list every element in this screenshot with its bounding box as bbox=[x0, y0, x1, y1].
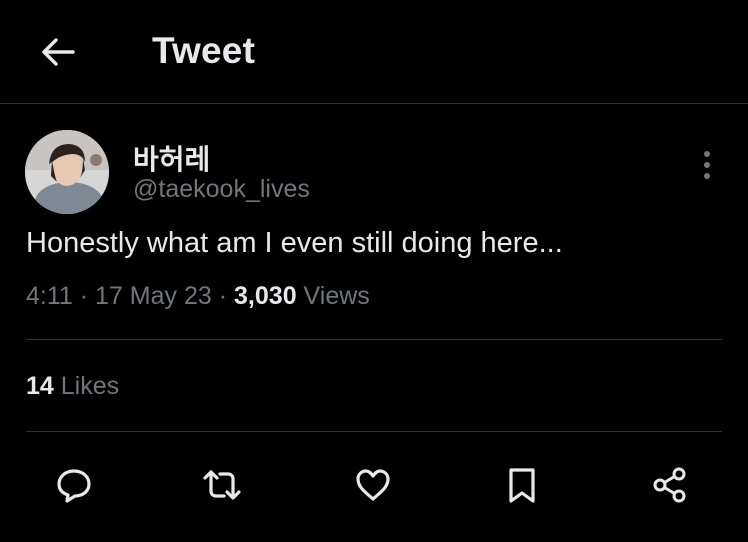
author-handle[interactable]: @taekook_lives bbox=[133, 175, 310, 204]
retweet-button[interactable] bbox=[200, 463, 244, 507]
likes-count: 14 bbox=[26, 372, 54, 400]
divider bbox=[26, 431, 722, 432]
bookmark-icon bbox=[509, 468, 535, 503]
tweet-text: Honestly what am I even still doing here… bbox=[26, 227, 563, 259]
views-count: 3,030 bbox=[234, 282, 297, 310]
page-title: Tweet bbox=[152, 30, 256, 71]
top-bar: Tweet bbox=[0, 0, 748, 104]
share-icon bbox=[653, 467, 686, 503]
more-vertical-icon bbox=[704, 151, 710, 179]
like-button[interactable] bbox=[351, 463, 395, 507]
arrow-left-icon bbox=[42, 38, 75, 66]
avatar[interactable] bbox=[25, 130, 109, 214]
divider bbox=[26, 339, 722, 340]
tweet-date[interactable]: 17 May 23 bbox=[95, 282, 212, 310]
heart-icon bbox=[356, 469, 390, 501]
tweet-meta: 4:11 · 17 May 23 · 3,030 Views bbox=[26, 282, 370, 311]
share-button[interactable] bbox=[648, 463, 692, 507]
back-button[interactable] bbox=[38, 32, 78, 72]
likes-label: Likes bbox=[60, 372, 120, 400]
reply-button[interactable] bbox=[52, 463, 96, 507]
meta-separator: · bbox=[79, 282, 89, 310]
tweet-time[interactable]: 4:11 bbox=[26, 282, 73, 310]
profile-photo bbox=[25, 130, 109, 214]
views-label: Views bbox=[303, 282, 370, 310]
more-options-button[interactable] bbox=[694, 146, 720, 184]
author-display-name[interactable]: 바허레 bbox=[133, 138, 210, 178]
bookmark-button[interactable] bbox=[500, 463, 544, 507]
meta-separator: · bbox=[218, 282, 228, 310]
retweet-icon bbox=[203, 470, 241, 500]
likes-count-link[interactable]: 14 Likes bbox=[26, 372, 119, 401]
reply-icon bbox=[57, 469, 91, 503]
